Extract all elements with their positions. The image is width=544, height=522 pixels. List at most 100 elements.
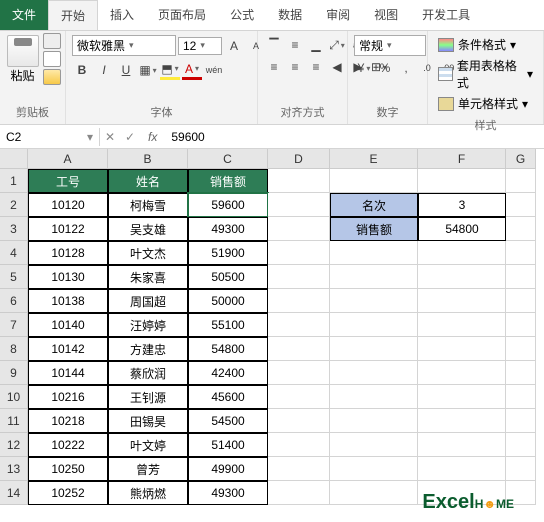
cell[interactable]: [330, 457, 418, 481]
cell[interactable]: [418, 361, 506, 385]
tab-data[interactable]: 数据: [266, 0, 314, 30]
cell[interactable]: [418, 265, 506, 289]
data-sales[interactable]: 54500: [188, 409, 268, 433]
lookup-rank-value[interactable]: 3: [418, 193, 506, 217]
format-painter-icon[interactable]: [43, 69, 61, 85]
row-header[interactable]: 12: [0, 433, 28, 457]
decrease-indent-icon[interactable]: ◀: [327, 57, 347, 77]
cell[interactable]: [506, 289, 536, 313]
data-id[interactable]: 10216: [28, 385, 108, 409]
cell[interactable]: [268, 217, 330, 241]
cell[interactable]: [506, 361, 536, 385]
cell[interactable]: [418, 169, 506, 193]
tab-review[interactable]: 审阅: [314, 0, 362, 30]
data-id[interactable]: 10218: [28, 409, 108, 433]
cell[interactable]: [268, 481, 330, 505]
bold-button[interactable]: B: [72, 60, 92, 80]
data-name-cell[interactable]: 柯梅雪: [108, 193, 188, 217]
data-name-cell[interactable]: 蔡欣润: [108, 361, 188, 385]
row-header[interactable]: 13: [0, 457, 28, 481]
cell[interactable]: [418, 313, 506, 337]
data-name-cell[interactable]: 方建忠: [108, 337, 188, 361]
cell[interactable]: [506, 409, 536, 433]
italic-button[interactable]: I: [94, 60, 114, 80]
cell[interactable]: [268, 385, 330, 409]
cancel-icon[interactable]: ✕: [100, 127, 120, 147]
cell[interactable]: [418, 457, 506, 481]
align-bottom-icon[interactable]: ▁: [306, 35, 326, 55]
fx-icon[interactable]: fx: [140, 130, 165, 144]
lookup-rank-label[interactable]: 名次: [330, 193, 418, 217]
data-id[interactable]: 10140: [28, 313, 108, 337]
data-sales[interactable]: 42400: [188, 361, 268, 385]
cell[interactable]: [506, 337, 536, 361]
cell[interactable]: [506, 265, 536, 289]
data-sales[interactable]: 49900: [188, 457, 268, 481]
cell[interactable]: [506, 241, 536, 265]
tab-dev[interactable]: 开发工具: [410, 0, 482, 30]
data-name-cell[interactable]: 朱家喜: [108, 265, 188, 289]
cell[interactable]: [268, 337, 330, 361]
copy-icon[interactable]: [43, 51, 61, 67]
cell[interactable]: [268, 169, 330, 193]
tab-home[interactable]: 开始: [48, 0, 98, 30]
increase-font-icon[interactable]: A: [224, 36, 244, 56]
cell[interactable]: [330, 289, 418, 313]
data-id[interactable]: 10138: [28, 289, 108, 313]
cell[interactable]: [268, 265, 330, 289]
cell[interactable]: [330, 385, 418, 409]
row-header[interactable]: 3: [0, 217, 28, 241]
cell[interactable]: [330, 337, 418, 361]
col-header-D[interactable]: D: [268, 149, 330, 169]
cell[interactable]: [418, 385, 506, 409]
cell[interactable]: [506, 193, 536, 217]
orientation-icon[interactable]: ⤢: [327, 35, 347, 55]
cell[interactable]: [268, 241, 330, 265]
row-header[interactable]: 6: [0, 289, 28, 313]
fill-color-button[interactable]: ⬒: [160, 60, 180, 80]
border-button[interactable]: ▦: [138, 60, 158, 80]
data-name-cell[interactable]: 王钊源: [108, 385, 188, 409]
row-header[interactable]: 14: [0, 481, 28, 505]
align-middle-icon[interactable]: ≡: [285, 35, 305, 55]
tab-insert[interactable]: 插入: [98, 0, 146, 30]
data-name-cell[interactable]: 汪婷婷: [108, 313, 188, 337]
data-name-cell[interactable]: 叶文婷: [108, 433, 188, 457]
data-name-cell[interactable]: 曾芳: [108, 457, 188, 481]
cell[interactable]: [268, 313, 330, 337]
col-header-B[interactable]: B: [108, 149, 188, 169]
data-name-cell[interactable]: 熊炳燃: [108, 481, 188, 505]
data-name-cell[interactable]: 吴支雄: [108, 217, 188, 241]
tab-view[interactable]: 视图: [362, 0, 410, 30]
cell[interactable]: [506, 385, 536, 409]
align-center-icon[interactable]: ≡: [285, 57, 305, 77]
data-sales[interactable]: 54800: [188, 337, 268, 361]
table-format-button[interactable]: 套用表格格式▾: [434, 56, 537, 92]
cut-icon[interactable]: [43, 33, 61, 49]
percent-icon[interactable]: %: [375, 58, 395, 78]
cell[interactable]: [418, 433, 506, 457]
data-name-cell[interactable]: 周国超: [108, 289, 188, 313]
cell[interactable]: [330, 361, 418, 385]
tab-layout[interactable]: 页面布局: [146, 0, 218, 30]
data-sales[interactable]: 51400: [188, 433, 268, 457]
data-sales[interactable]: 50000: [188, 289, 268, 313]
cell[interactable]: [268, 361, 330, 385]
data-id[interactable]: 10128: [28, 241, 108, 265]
cell[interactable]: [268, 193, 330, 217]
cell[interactable]: [330, 241, 418, 265]
header-sales[interactable]: 销售额: [188, 169, 268, 193]
align-right-icon[interactable]: ≡: [306, 57, 326, 77]
number-format-combo[interactable]: 常规▾: [354, 35, 426, 56]
row-header[interactable]: 9: [0, 361, 28, 385]
row-header[interactable]: 7: [0, 313, 28, 337]
cell[interactable]: [330, 313, 418, 337]
data-id[interactable]: 10120: [28, 193, 108, 217]
data-name-cell[interactable]: 叶文杰: [108, 241, 188, 265]
col-header-C[interactable]: C: [188, 149, 268, 169]
font-size-combo[interactable]: 12▾: [178, 37, 222, 55]
cell[interactable]: [330, 265, 418, 289]
cell[interactable]: [268, 409, 330, 433]
row-header[interactable]: 1: [0, 169, 28, 193]
cell[interactable]: [506, 313, 536, 337]
